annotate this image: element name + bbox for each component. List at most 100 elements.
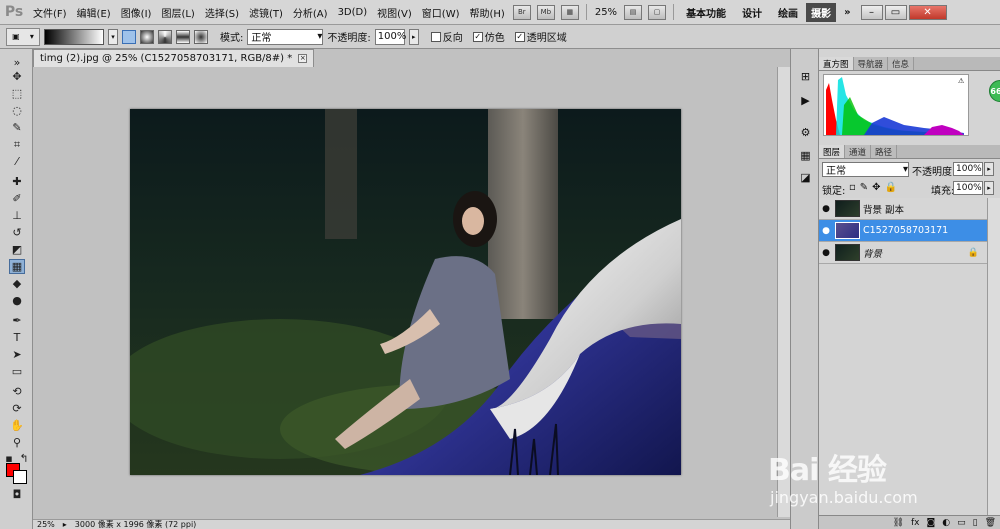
- blur-tool-icon[interactable]: ◆: [9, 276, 25, 291]
- panel-collapse-icon[interactable]: »: [9, 55, 25, 70]
- gradient-tool-icon[interactable]: ▦: [9, 259, 25, 274]
- menu-layer[interactable]: 图层(L): [156, 5, 199, 20]
- menu-3d[interactable]: 3D(D): [333, 7, 373, 18]
- transparency-checkbox[interactable]: ✓ 透明区域: [514, 29, 567, 44]
- adjustment-icon[interactable]: ◐: [942, 518, 950, 528]
- menu-filter[interactable]: 滤镜(T): [244, 5, 288, 20]
- tab-histogram[interactable]: 直方图: [819, 57, 854, 70]
- zoom-level-select[interactable]: 25%: [591, 7, 621, 18]
- actions-panel-icon[interactable]: ⊞: [798, 69, 813, 83]
- play-actions-icon[interactable]: ▶: [798, 93, 813, 107]
- extras-icon[interactable]: ▦: [560, 4, 579, 20]
- link-icon[interactable]: ⛓: [893, 518, 904, 528]
- background-color-swatch[interactable]: [13, 470, 27, 484]
- radial-gradient-button[interactable]: [140, 29, 154, 44]
- healing-brush-tool-icon[interactable]: ✚: [9, 174, 25, 189]
- clone-stamp-tool-icon[interactable]: ⊥: [9, 208, 25, 223]
- dither-checkbox-box[interactable]: ✓: [472, 31, 483, 42]
- menu-analysis[interactable]: 分析(A): [288, 5, 333, 20]
- status-info-icon[interactable]: ▸: [63, 520, 67, 529]
- group-icon[interactable]: ▭: [957, 518, 966, 528]
- adjustments-panel-icon[interactable]: ⚙: [798, 125, 813, 139]
- layer-blend-mode-select[interactable]: 正常 ▾: [822, 162, 909, 177]
- marquee-tool-icon[interactable]: ⬚: [9, 86, 25, 101]
- type-tool-icon[interactable]: T: [9, 330, 25, 345]
- hand-tool-icon[interactable]: ✋: [9, 418, 25, 433]
- eye-icon[interactable]: ●: [819, 226, 833, 236]
- gradient-picker-arrow[interactable]: ▾: [108, 28, 118, 45]
- document-tab[interactable]: timg (2).jpg @ 25% (C1527058703171, RGB/…: [33, 49, 315, 67]
- minimize-button[interactable]: –: [860, 4, 883, 20]
- 3d-orbit-tool-icon[interactable]: ⟳: [9, 401, 25, 416]
- reverse-checkbox[interactable]: 反向: [430, 29, 463, 44]
- history-brush-tool-icon[interactable]: ↺: [9, 225, 25, 240]
- zoom-tool-icon[interactable]: ⚲: [9, 435, 25, 450]
- arrange-documents-icon[interactable]: ▤: [624, 4, 643, 20]
- quick-select-tool-icon[interactable]: ✎: [9, 120, 25, 135]
- layers-scrollbar[interactable]: [987, 198, 1000, 518]
- fx-icon[interactable]: fx: [911, 518, 920, 528]
- status-zoom[interactable]: 25%: [37, 520, 55, 529]
- tool-preset-picker[interactable]: ▣ ▾: [6, 27, 40, 46]
- opacity-slider-arrow[interactable]: ▸: [408, 28, 419, 45]
- reverse-checkbox-box[interactable]: [430, 31, 441, 42]
- layer-opacity-input[interactable]: 100%: [953, 162, 983, 176]
- styles-panel-icon[interactable]: ▦: [798, 148, 813, 162]
- gradient-preview-swatch[interactable]: [44, 28, 104, 45]
- fill-input[interactable]: 100%: [953, 181, 983, 195]
- screen-mode-icon[interactable]: ▢: [648, 4, 667, 20]
- menu-edit[interactable]: 编辑(E): [72, 5, 116, 20]
- lock-options-icons[interactable]: ▫✎✥🔒: [849, 182, 901, 193]
- diamond-gradient-button[interactable]: [194, 29, 208, 44]
- workspace-painting[interactable]: 绘画: [770, 5, 806, 20]
- eyedropper-tool-icon[interactable]: ⁄: [9, 154, 25, 169]
- menu-view[interactable]: 视图(V): [372, 5, 417, 20]
- workspace-photography[interactable]: 摄影: [806, 2, 837, 22]
- layer-row[interactable]: ● 背景 副本: [819, 198, 987, 220]
- more-workspaces-button[interactable]: »: [836, 7, 858, 18]
- tab-info[interactable]: 信息: [888, 57, 915, 70]
- tab-channels[interactable]: 通道: [845, 145, 872, 158]
- menu-image[interactable]: 图像(I): [116, 5, 157, 20]
- tab-layers[interactable]: 图层: [819, 145, 846, 158]
- workspace-design[interactable]: 设计: [734, 5, 770, 20]
- menu-file[interactable]: 文件(F): [28, 5, 72, 20]
- transparency-checkbox-box[interactable]: ✓: [514, 31, 525, 42]
- 3d-rotate-tool-icon[interactable]: ⟲: [9, 384, 25, 399]
- reflected-gradient-button[interactable]: [176, 29, 190, 44]
- menu-window[interactable]: 窗口(W): [417, 5, 465, 20]
- histogram-warning-icon[interactable]: ⚠: [958, 77, 965, 85]
- mask-icon[interactable]: ◙: [927, 518, 936, 528]
- canvas-image[interactable]: [130, 109, 681, 475]
- close-document-button[interactable]: ×: [298, 54, 308, 63]
- bridge-button[interactable]: Br: [512, 4, 531, 20]
- menu-help[interactable]: 帮助(H): [465, 5, 510, 20]
- masks-panel-icon[interactable]: ◪: [798, 170, 813, 184]
- dither-checkbox[interactable]: ✓ 仿色: [472, 29, 505, 44]
- angle-gradient-button[interactable]: [158, 29, 172, 44]
- tab-paths[interactable]: 路径: [871, 145, 898, 158]
- layer-row[interactable]: ● C1527058703171: [819, 220, 987, 242]
- linear-gradient-button[interactable]: [122, 29, 136, 44]
- eye-icon[interactable]: ●: [819, 248, 833, 258]
- quick-mask-icon[interactable]: ◘: [9, 487, 25, 502]
- trash-icon[interactable]: 🗑: [985, 518, 996, 528]
- layer-opacity-arrow[interactable]: ▸: [984, 162, 994, 176]
- layer-row[interactable]: ● 背景 🔒: [819, 242, 987, 264]
- close-window-button[interactable]: ✕: [908, 4, 947, 20]
- tab-navigator[interactable]: 导航器: [853, 57, 889, 70]
- fill-arrow[interactable]: ▸: [984, 181, 994, 195]
- menu-select[interactable]: 选择(S): [200, 5, 244, 20]
- maximize-button[interactable]: ▭: [884, 4, 907, 20]
- brush-tool-icon[interactable]: ✐: [9, 191, 25, 206]
- eraser-tool-icon[interactable]: ◩: [9, 242, 25, 257]
- move-tool-icon[interactable]: ✥: [9, 69, 25, 84]
- shape-tool-icon[interactable]: ▭: [9, 364, 25, 379]
- opacity-input[interactable]: 100%: [374, 28, 406, 45]
- crop-tool-icon[interactable]: ⌗: [9, 137, 25, 152]
- eye-icon[interactable]: ●: [819, 204, 833, 214]
- swap-colors-icon[interactable]: ↰: [19, 451, 29, 466]
- blend-mode-select[interactable]: 正常 ▾: [247, 28, 324, 45]
- new-layer-icon[interactable]: ▯: [973, 518, 978, 528]
- dodge-tool-icon[interactable]: ●: [9, 293, 25, 308]
